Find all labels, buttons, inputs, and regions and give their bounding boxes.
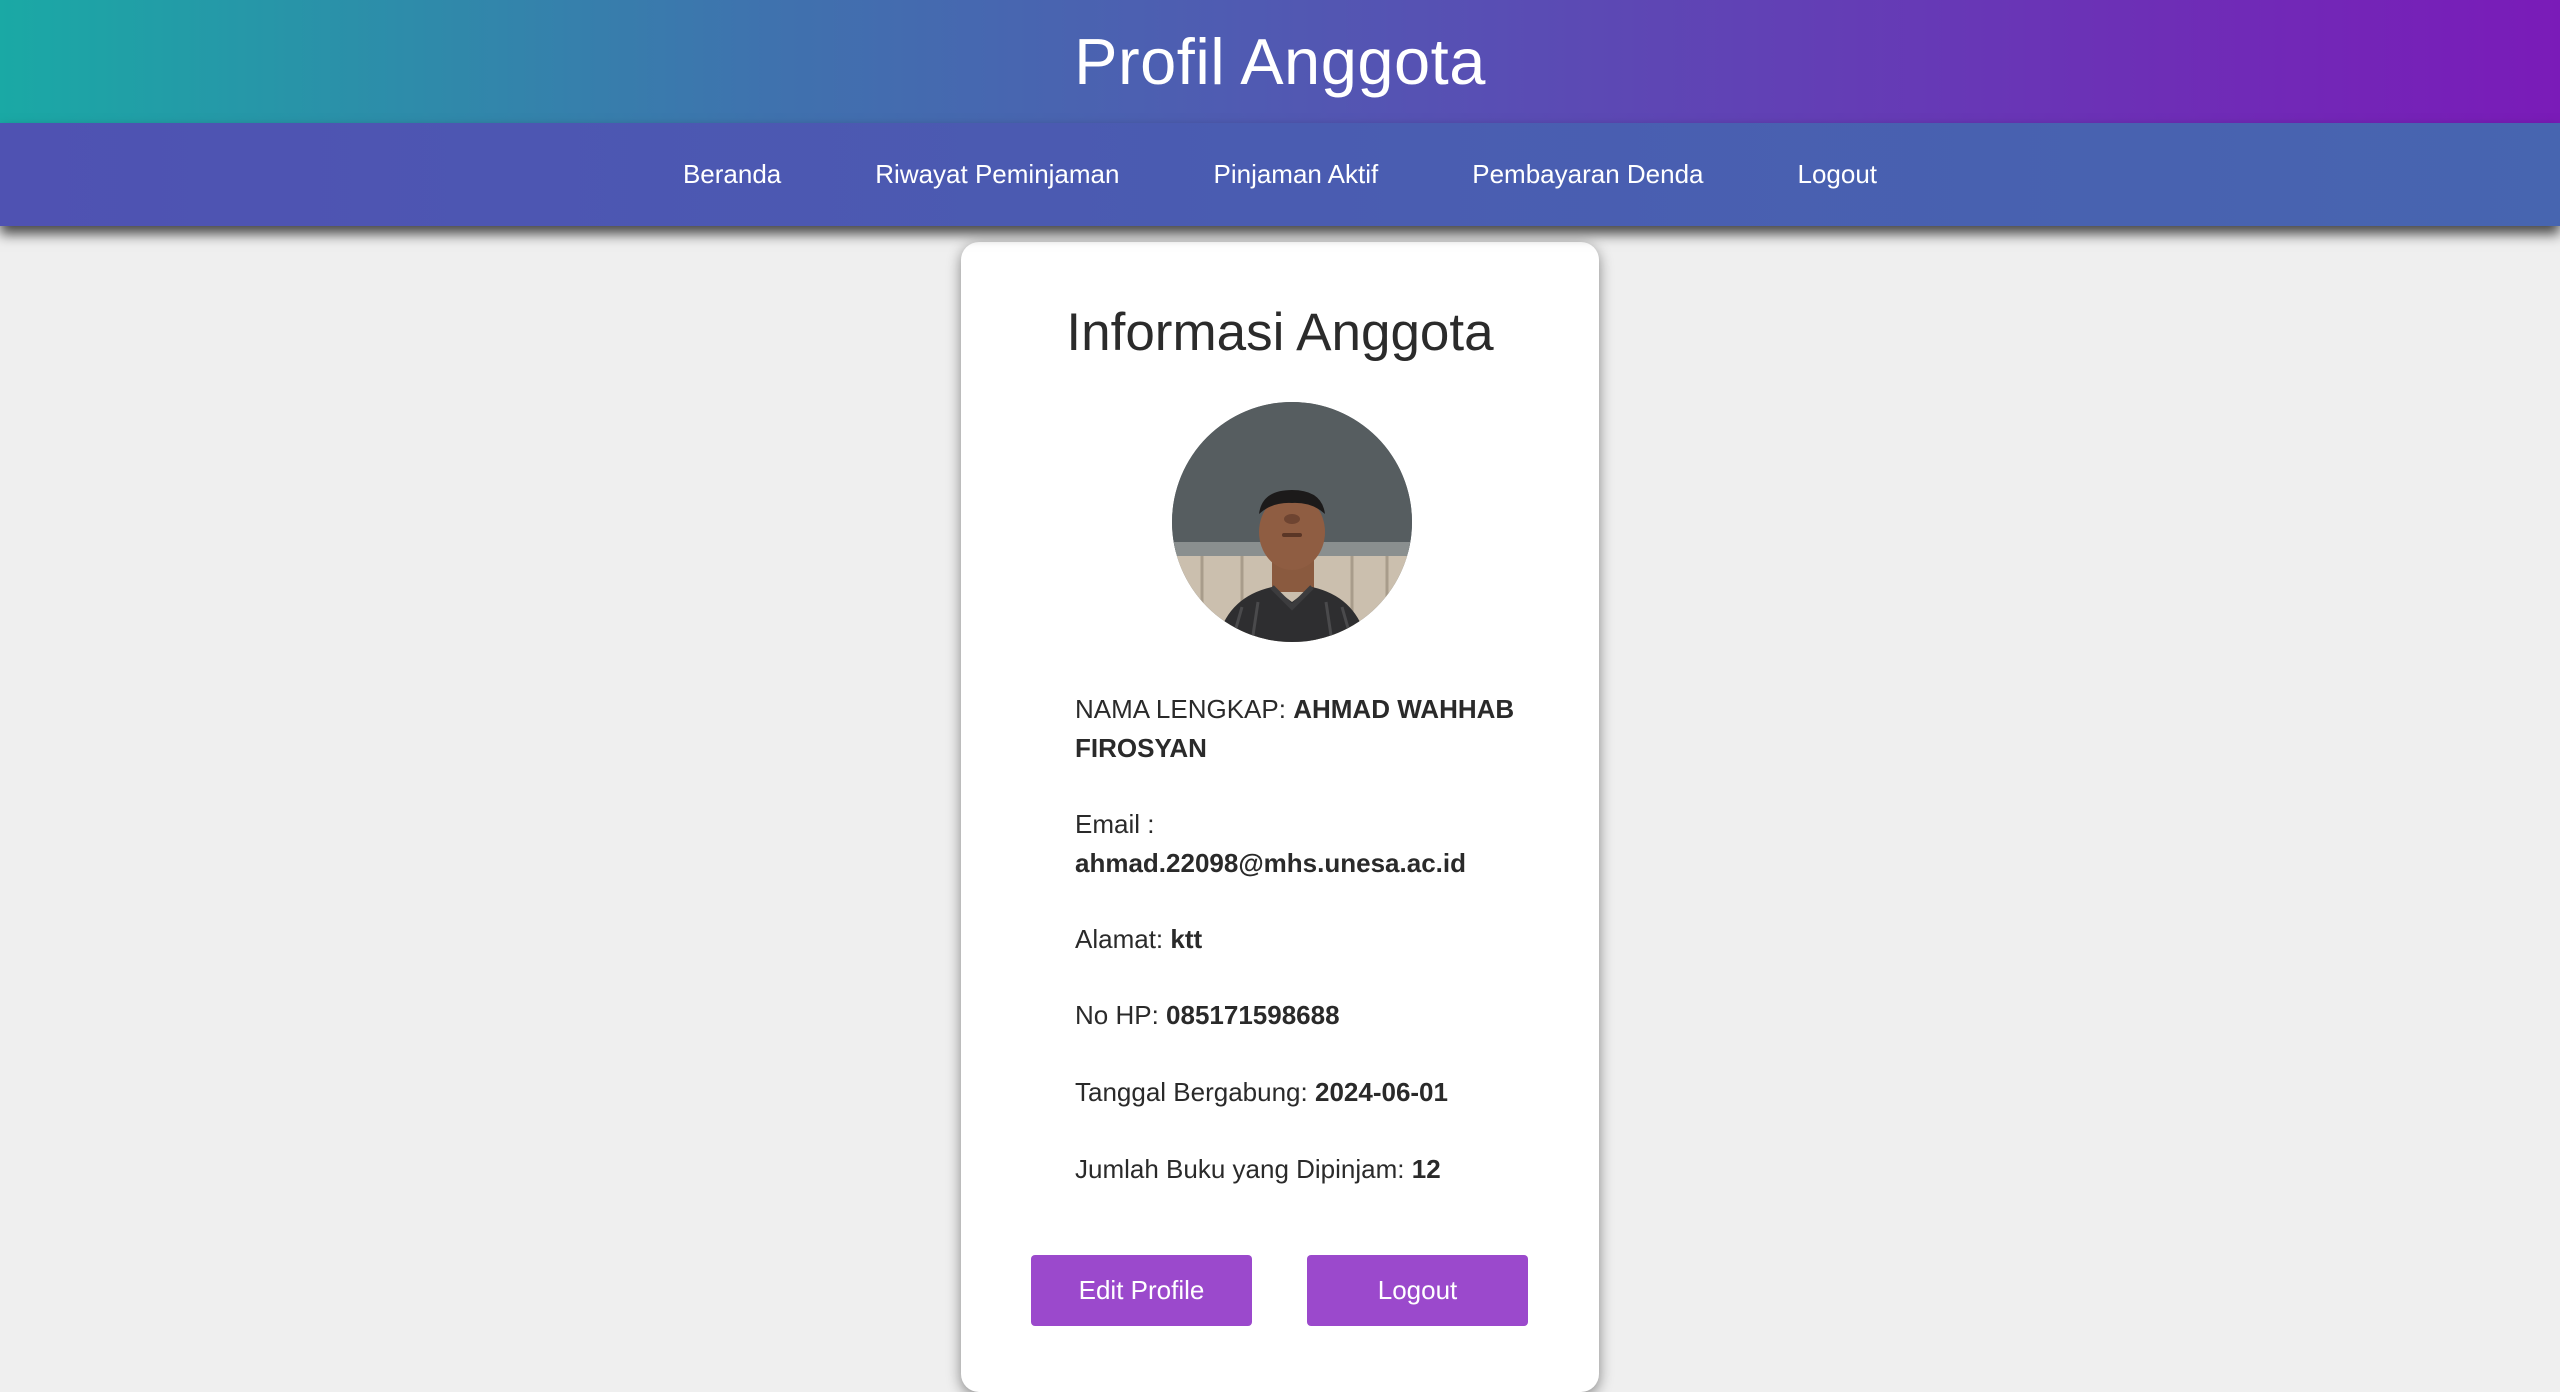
field-label: No HP: <box>1075 1000 1159 1030</box>
field-alamat: Alamat: ktt <box>1075 920 1545 959</box>
page-header: Profil Anggota <box>0 0 2560 123</box>
nav-item-logout[interactable]: Logout <box>1798 159 1878 190</box>
field-value: 12 <box>1411 1154 1441 1184</box>
field-email: Email : ahmad.22098@mhs.unesa.ac.id <box>1075 805 1545 883</box>
field-value: 085171598688 <box>1166 1000 1340 1030</box>
field-value: 2024-06-01 <box>1314 1077 1448 1107</box>
field-label: Alamat: <box>1075 924 1164 954</box>
page-title: Profil Anggota <box>1074 25 1486 98</box>
profile-photo <box>1172 402 1412 642</box>
member-info-card: Informasi Anggota NAMA LENGKAP: AHMAD WA… <box>961 242 1599 1392</box>
field-nama-lengkap: NAMA LENGKAP: AHMAD WAHHAB FIROSYAN <box>1075 690 1545 768</box>
card-title: Informasi Anggota <box>1066 303 1494 362</box>
logout-button[interactable]: Logout <box>1307 1255 1528 1326</box>
field-value: ahmad.22098@mhs.unesa.ac.id <box>1075 848 1466 878</box>
edit-profile-button[interactable]: Edit Profile <box>1031 1255 1252 1326</box>
field-label: Email : <box>1075 809 1155 839</box>
field-label: Tanggal Bergabung: <box>1075 1077 1308 1107</box>
field-tanggal-bergabung: Tanggal Bergabung: 2024-06-01 <box>1075 1073 1545 1112</box>
nav-item-pinjaman-aktif[interactable]: Pinjaman Aktif <box>1213 159 1378 190</box>
field-label: Jumlah Buku yang Dipinjam: <box>1075 1154 1405 1184</box>
nav-item-riwayat-peminjaman[interactable]: Riwayat Peminjaman <box>875 159 1119 190</box>
nav-item-pembayaran-denda[interactable]: Pembayaran Denda <box>1472 159 1703 190</box>
main-nav: Beranda Riwayat Peminjaman Pinjaman Akti… <box>0 123 2560 226</box>
field-jumlah-buku: Jumlah Buku yang Dipinjam: 12 <box>1075 1150 1545 1189</box>
field-no-hp: No HP: 085171598688 <box>1075 996 1545 1035</box>
field-label: NAMA LENGKAP: <box>1075 694 1286 724</box>
avatar <box>1172 402 1412 642</box>
nav-item-beranda[interactable]: Beranda <box>683 159 781 190</box>
field-value: ktt <box>1170 924 1203 954</box>
